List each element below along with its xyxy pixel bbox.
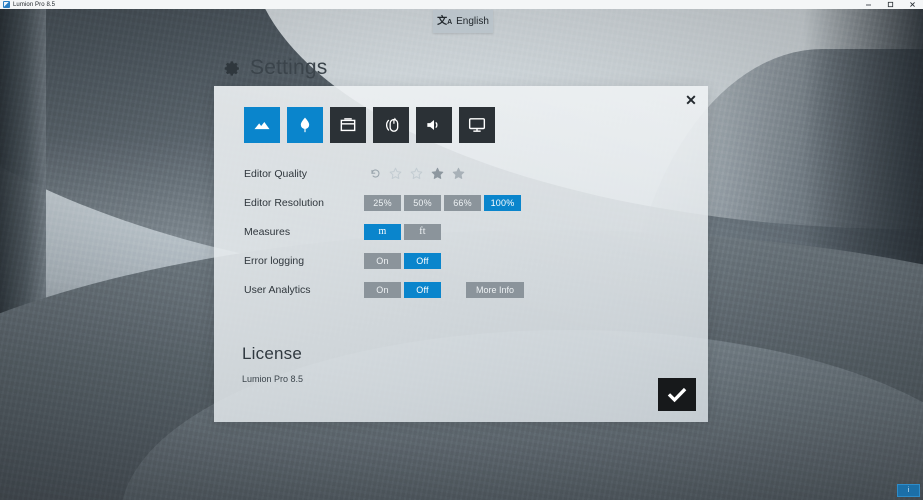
editor-resolution-control: 25% 50% 66% 100% (364, 194, 524, 211)
license-section: License Lumion Pro 8.5 (242, 344, 542, 384)
info-badge-label: i (907, 487, 910, 494)
measures-label: Measures (244, 225, 291, 238)
license-value: Lumion Pro 8.5 (242, 374, 304, 384)
error-logging-control: On Off (364, 252, 444, 269)
resolution-option-25[interactable]: 25% (364, 194, 401, 211)
measures-option-meters[interactable]: m (364, 223, 401, 240)
window-titlebar: Lumion Pro 8.5 (0, 0, 923, 9)
star-icon-3[interactable] (430, 166, 445, 181)
more-info-button[interactable]: More Info (466, 281, 525, 298)
checkmark-icon (667, 387, 687, 402)
user-analytics-control: On Off More Info (364, 281, 525, 298)
info-badge-icon[interactable]: i (897, 484, 920, 497)
star-icon-4[interactable] (451, 166, 466, 181)
editor-quality-control (364, 166, 466, 181)
star-icon-2[interactable] (409, 166, 424, 181)
resolution-option-50[interactable]: 50% (404, 194, 441, 211)
titlebar-left: Lumion Pro 8.5 (0, 1, 55, 8)
star-icon-1[interactable] (388, 166, 403, 181)
error-logging-option-off[interactable]: Off (404, 252, 441, 269)
editor-resolution-label: Editor Resolution (244, 196, 324, 209)
speaker-icon (427, 120, 438, 130)
panel-close-button[interactable]: ✕ (682, 91, 700, 109)
error-logging-label: Error logging (244, 254, 305, 267)
confirm-button[interactable] (658, 378, 696, 411)
user-analytics-option-off[interactable]: Off (404, 281, 441, 298)
row-editor-resolution: Editor Resolution 25% 50% 66% 100% (244, 188, 664, 217)
resolution-option-100[interactable]: 100% (484, 194, 521, 211)
translate-icon-sub: A (447, 18, 453, 26)
page-title: Settings (250, 56, 328, 79)
window-title: Lumion Pro 8.5 (13, 1, 56, 8)
tab-terrain[interactable] (244, 107, 280, 143)
tab-display[interactable] (459, 107, 495, 143)
row-error-logging: Error logging On Off (244, 246, 664, 275)
language-label: English (456, 16, 489, 27)
settings-rows: Editor Quality Editor Resolution 25% 50%… (244, 159, 664, 304)
user-analytics-option-on[interactable]: On (364, 281, 401, 298)
window-icon (340, 118, 356, 132)
mouse-icon (385, 117, 399, 132)
measures-control: m ft (364, 223, 444, 240)
license-heading: License (242, 344, 302, 363)
editor-quality-stars (388, 166, 466, 181)
language-selector[interactable]: 文A English (433, 10, 493, 33)
tab-interface[interactable] (330, 107, 366, 143)
close-icon[interactable] (901, 0, 923, 9)
tab-input[interactable] (373, 107, 409, 143)
settings-panel: ✕ Editor Quality Editor Resolution 25% 5… (214, 86, 708, 422)
row-measures: Measures m ft (244, 217, 664, 246)
application-window: Lumion Pro 8.5 文A English Settings ✕ Edi… (0, 0, 923, 500)
maximize-icon[interactable] (879, 0, 901, 9)
settings-header: Settings (224, 56, 327, 80)
row-editor-quality: Editor Quality (244, 159, 664, 188)
tree-icon (300, 117, 310, 133)
mountain-icon (254, 122, 270, 130)
reset-icon[interactable] (364, 167, 386, 180)
translate-icon: 文A (437, 15, 453, 27)
resolution-option-66[interactable]: 66% (444, 194, 481, 211)
translate-icon-glyph: 文 (437, 15, 448, 27)
tab-weather[interactable] (287, 107, 323, 143)
minimize-icon[interactable] (857, 0, 879, 9)
titlebar-window-controls (857, 0, 923, 9)
measures-option-feet[interactable]: ft (404, 223, 441, 240)
lumion-logo-icon (3, 1, 10, 8)
monitor-icon (468, 118, 486, 132)
gear-icon (224, 60, 239, 76)
user-analytics-label: User Analytics (244, 283, 311, 296)
editor-quality-label: Editor Quality (244, 167, 308, 180)
error-logging-option-on[interactable]: On (364, 252, 401, 269)
tab-audio[interactable] (416, 107, 452, 143)
settings-tab-bar (244, 107, 495, 143)
row-user-analytics: User Analytics On Off More Info (244, 275, 664, 304)
